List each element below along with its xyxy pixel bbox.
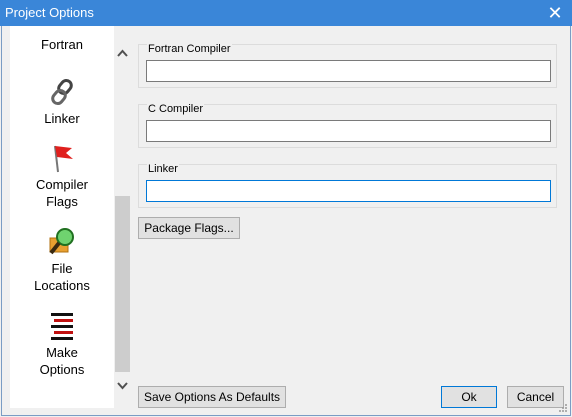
scroll-down-button[interactable] bbox=[114, 377, 131, 394]
resize-grip-icon[interactable] bbox=[558, 403, 568, 413]
linker-input[interactable] bbox=[146, 180, 551, 202]
scroll-up-button[interactable] bbox=[114, 44, 131, 61]
chevron-up-icon bbox=[117, 49, 128, 57]
close-icon: ✕ bbox=[547, 3, 563, 23]
c-compiler-label: C Compiler bbox=[147, 103, 205, 115]
dialog-body: Fortran Linker Compiler Flags File Locat… bbox=[1, 26, 571, 416]
make-lines-icon bbox=[51, 313, 73, 340]
close-button[interactable]: ✕ bbox=[538, 0, 572, 26]
package-flags-button[interactable]: Package Flags... bbox=[138, 217, 240, 239]
chain-link-icon bbox=[51, 78, 73, 106]
sidebar-scrollbar[interactable] bbox=[114, 26, 131, 408]
fortran-compiler-input[interactable] bbox=[146, 60, 551, 82]
magnifier-folder-icon bbox=[49, 228, 74, 255]
fortran-compiler-label: Fortran Compiler bbox=[147, 43, 232, 55]
c-compiler-input[interactable] bbox=[146, 120, 551, 142]
sidebar-item-compiler-flags[interactable]: Compiler Flags bbox=[10, 142, 114, 210]
sidebar-item-label: Make Options bbox=[39, 345, 85, 377]
window-title: Project Options bbox=[5, 5, 94, 20]
sidebar-item-label: Compiler Flags bbox=[35, 177, 88, 209]
sidebar-item-make-options[interactable]: Make Options bbox=[10, 310, 114, 378]
save-defaults-button[interactable]: Save Options As Defaults bbox=[138, 386, 286, 408]
chevron-down-icon bbox=[117, 382, 128, 390]
options-sidebar: Fortran Linker Compiler Flags File Locat… bbox=[10, 26, 114, 408]
sidebar-item-file-locations[interactable]: File Locations bbox=[10, 226, 114, 294]
fortran-icon bbox=[46, 26, 78, 34]
red-flag-icon bbox=[54, 145, 73, 173]
cancel-button[interactable]: Cancel bbox=[507, 386, 564, 408]
linker-group: Linker bbox=[138, 163, 557, 208]
scroll-thumb[interactable] bbox=[115, 196, 130, 372]
sidebar-item-label: File Locations bbox=[34, 261, 90, 293]
fortran-compiler-group: Fortran Compiler bbox=[138, 43, 557, 88]
title-bar: Project Options ✕ bbox=[0, 0, 572, 26]
linker-label: Linker bbox=[147, 163, 179, 175]
sidebar-item-label: Linker bbox=[44, 111, 80, 126]
ok-button[interactable]: Ok bbox=[441, 386, 497, 408]
sidebar-item-fortran[interactable]: Fortran bbox=[10, 26, 114, 53]
sidebar-item-label: Fortran bbox=[41, 37, 83, 52]
sidebar-item-linker[interactable]: Linker bbox=[10, 76, 114, 127]
c-compiler-group: C Compiler bbox=[138, 103, 557, 148]
